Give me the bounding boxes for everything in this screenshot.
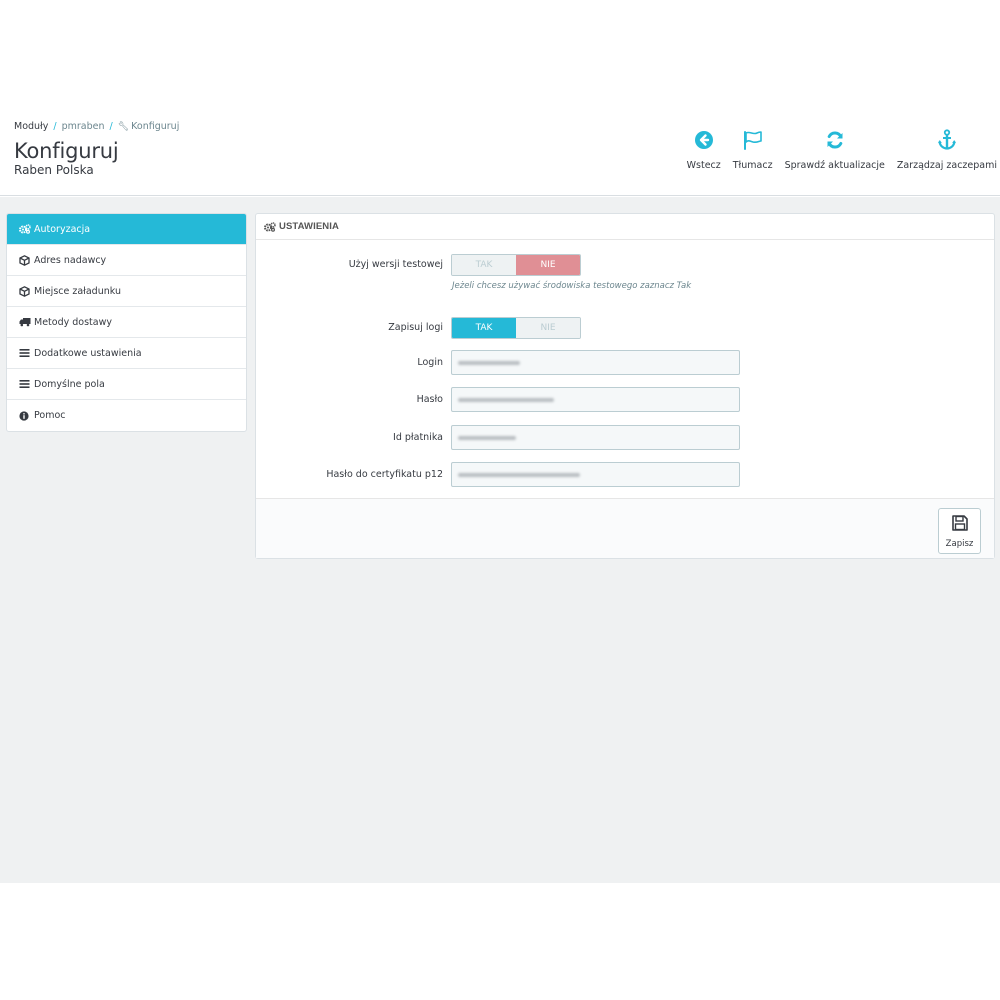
page-subtitle: Raben Polska — [14, 163, 94, 177]
truck-icon — [19, 317, 31, 327]
save-logs-switch[interactable]: TAK NIE — [451, 317, 581, 339]
test-mode-switch[interactable]: TAK NIE — [451, 254, 581, 276]
masked-value — [458, 360, 520, 365]
sidebar-item-pomoc[interactable]: Pomoc — [7, 400, 246, 431]
panel-heading: USTAWIENIA — [256, 214, 994, 240]
payer-id-label: Id płatnika — [393, 432, 443, 443]
masked-value — [458, 472, 580, 477]
sidebar-item-miejsce-zaladunku[interactable]: Miejsce załadunku — [7, 276, 246, 307]
flag-icon — [741, 128, 765, 152]
password-label: Hasło — [416, 394, 443, 405]
save-logs-no[interactable]: NIE — [516, 318, 580, 338]
sidebar-item-label: Pomoc — [34, 410, 66, 421]
translate-button[interactable]: Tłumacz — [733, 128, 773, 171]
back-button-label: Wstecz — [686, 160, 721, 171]
cert-password-label: Hasło do certyfikatu p12 — [326, 469, 443, 480]
page-header: Moduły / pmraben / 🔧︎ Konfiguruj Konfiguruj R… — [0, 0, 1000, 196]
back-button[interactable]: Wstecz — [687, 128, 721, 171]
settings-panel: USTAWIENIA Użyj wersji testowej TAK NIE … — [255, 213, 995, 559]
panel-footer: Zapisz — [256, 498, 994, 558]
breadcrumb-module[interactable]: pmraben — [62, 121, 105, 132]
list-icon — [19, 379, 31, 389]
cogs-icon — [19, 224, 31, 234]
masked-value — [458, 435, 516, 440]
refresh-icon — [823, 128, 847, 152]
breadcrumb-modules[interactable]: Moduły — [14, 121, 48, 132]
sidebar: Autoryzacja Adres nadawcy Miejsce załadu… — [6, 213, 247, 432]
panel-heading-title: USTAWIENIA — [279, 221, 339, 232]
login-field[interactable] — [451, 350, 740, 375]
translate-button-label: Tłumacz — [732, 160, 773, 171]
wrench-icon: 🔧︎ — [117, 122, 130, 132]
cube-icon — [19, 285, 31, 297]
cogs-icon — [264, 221, 276, 232]
save-button[interactable]: Zapisz — [938, 508, 981, 554]
list-icon — [19, 348, 31, 358]
breadcrumb: Moduły / pmraben / 🔧︎ Konfiguruj — [14, 121, 180, 132]
test-mode-no[interactable]: NIE — [516, 255, 580, 275]
anchor-icon — [935, 128, 959, 152]
toolbar: Wstecz Tłumacz Sprawdź aktualizacje Zarz… — [687, 128, 997, 171]
cert-password-field[interactable] — [451, 462, 740, 487]
sidebar-item-label: Metody dostawy — [34, 316, 112, 328]
cube-icon — [19, 254, 31, 266]
manage-hooks-button[interactable]: Zarządzaj zaczepami — [897, 128, 997, 171]
save-logs-label: Zapisuj logi — [388, 322, 443, 333]
content-area: Autoryzacja Adres nadawcy Miejsce załadu… — [0, 197, 1000, 883]
sidebar-item-label: Domyślne pola — [34, 378, 105, 390]
test-mode-yes[interactable]: TAK — [452, 255, 516, 275]
masked-value — [458, 397, 554, 402]
arrow-circle-left-icon — [692, 128, 716, 152]
sidebar-item-metody-dostawy[interactable]: Metody dostawy — [7, 307, 246, 338]
check-updates-button[interactable]: Sprawdź aktualizacje — [785, 128, 885, 171]
sidebar-item-label: Dodatkowe ustawienia — [34, 347, 142, 359]
sidebar-item-label: Autoryzacja — [34, 223, 91, 235]
save-logs-yes[interactable]: TAK — [452, 318, 516, 338]
password-field[interactable] — [451, 387, 740, 412]
info-circle-icon — [19, 410, 31, 421]
save-button-label: Zapisz — [945, 538, 974, 549]
manage-hooks-button-label: Zarządzaj zaczepami — [896, 160, 997, 171]
sidebar-item-domyslne-pola[interactable]: Domyślne pola — [7, 369, 246, 400]
payer-id-field[interactable] — [451, 425, 740, 450]
page-title: Konfiguruj — [14, 139, 119, 163]
floppy-disk-icon — [951, 514, 969, 536]
sidebar-item-label: Adres nadawcy — [34, 254, 107, 266]
sidebar-item-autoryzacja[interactable]: Autoryzacja — [7, 214, 246, 245]
login-label: Login — [417, 357, 443, 368]
test-mode-help: Jeżeli chcesz używać środowiska testoweg… — [452, 281, 692, 291]
test-mode-label: Użyj wersji testowej — [348, 259, 443, 270]
check-updates-button-label: Sprawdź aktualizacje — [784, 160, 885, 171]
sidebar-item-adres-nadawcy[interactable]: Adres nadawcy — [7, 245, 246, 276]
breadcrumb-current: Konfiguruj — [131, 121, 180, 132]
sidebar-item-label: Miejsce załadunku — [34, 285, 121, 297]
sidebar-item-dodatkowe-ustawienia[interactable]: Dodatkowe ustawienia — [7, 338, 246, 369]
